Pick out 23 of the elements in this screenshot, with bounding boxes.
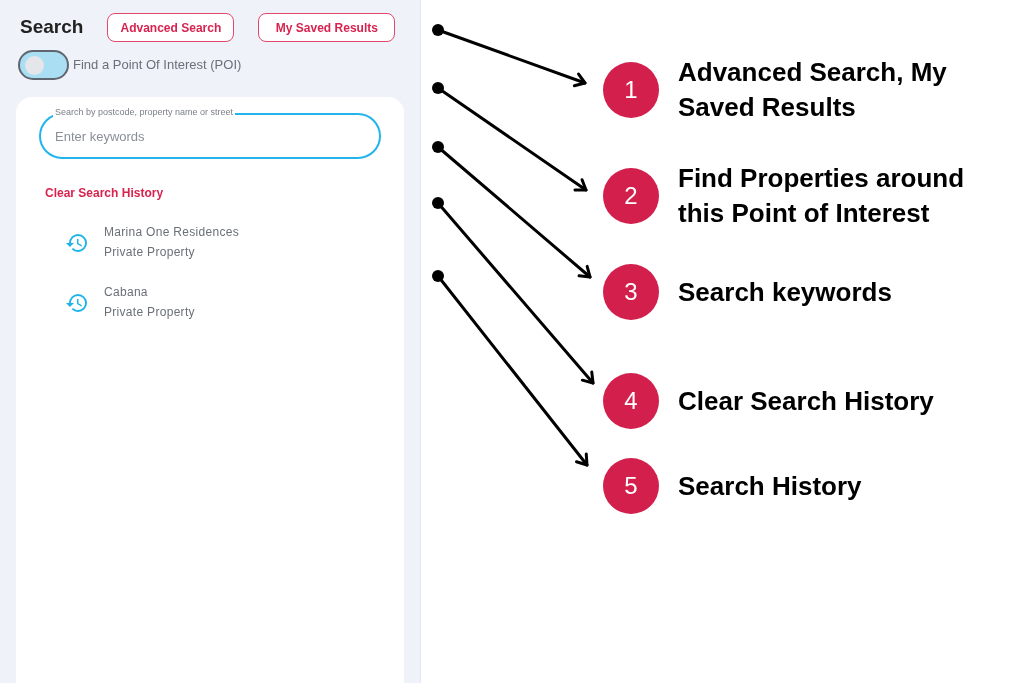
- callout-text: Search keywords: [678, 275, 893, 309]
- clear-history-link[interactable]: Clear Search History: [45, 184, 164, 202]
- history-title[interactable]: Cabana: [104, 284, 195, 301]
- callout-text: Search History: [678, 469, 863, 503]
- header-button[interactable]: My Saved Results: [258, 13, 396, 42]
- number-badge: 5: [603, 458, 659, 514]
- history-subtitle: Private Property: [104, 244, 196, 261]
- callout-text: Find Properties around this Point of Interest: [678, 162, 966, 230]
- history-subtitle: Private Property: [104, 304, 195, 321]
- panel-title: Search: [20, 15, 84, 40]
- header-button[interactable]: Advanced Search: [107, 13, 235, 42]
- history-icon: [66, 233, 87, 252]
- callout-text: Advanced Search, My Saved Results: [678, 56, 948, 124]
- number-badge: 3: [603, 264, 659, 320]
- toggle-label: Find a Point Of Interest (POI): [73, 56, 242, 75]
- callout-text: Clear Search History: [678, 384, 935, 418]
- field-label: Search by postcode, property name or street: [53, 107, 236, 118]
- number-badge: 4: [603, 373, 659, 429]
- number-badge: 1: [603, 62, 659, 118]
- number-badge: 2: [603, 168, 659, 224]
- poi-toggle[interactable]: [18, 50, 69, 80]
- history-title[interactable]: Marina One Residences: [104, 224, 240, 241]
- history-icon: [66, 293, 87, 312]
